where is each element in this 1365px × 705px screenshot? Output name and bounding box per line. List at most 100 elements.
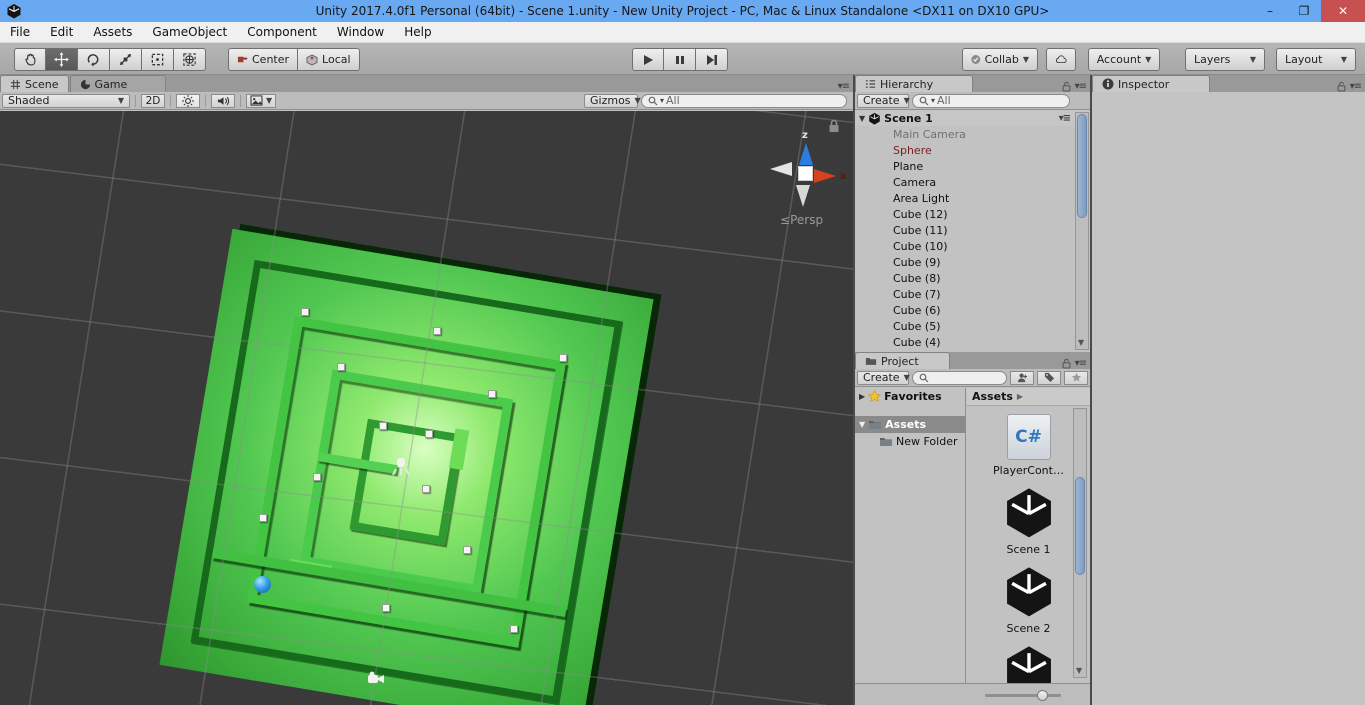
hierarchy-item[interactable]: Cube (11) xyxy=(855,222,1090,238)
transform-combined-tool-button[interactable] xyxy=(174,48,206,71)
hierarchy-scroll-thumb[interactable] xyxy=(1077,114,1087,218)
menu-component[interactable]: Component xyxy=(237,22,327,43)
hierarchy-search-input[interactable]: ▾ All xyxy=(912,94,1070,108)
project-panel-menu-icon[interactable]: ▾≡ xyxy=(1075,358,1086,369)
scene-search-input[interactable]: ▾ All xyxy=(641,94,847,108)
asset-item-script[interactable]: C# PlayerCont… xyxy=(967,414,1090,477)
scene-panel-menu-icon[interactable]: ▾≡ xyxy=(838,81,849,92)
hand-tool-button[interactable] xyxy=(14,48,46,71)
hierarchy-scrollbar[interactable]: ▼ xyxy=(1075,112,1089,350)
inspector-panel-menu-icon[interactable]: ▾≡ xyxy=(1350,81,1361,92)
hierarchy-scene-root[interactable]: ▼ Scene 1 ▾≡ xyxy=(855,110,1090,126)
axis-z-cone[interactable] xyxy=(799,143,813,165)
cube-object[interactable] xyxy=(425,430,433,438)
lock-icon[interactable] xyxy=(1062,358,1071,369)
area-light-gizmo-icon[interactable] xyxy=(390,456,412,480)
favorites-foldout[interactable]: ▶ Favorites xyxy=(855,388,965,405)
menu-gameobject[interactable]: GameObject xyxy=(142,22,237,43)
hierarchy-item[interactable]: Main Camera xyxy=(855,126,1090,142)
favorites-star-button[interactable] xyxy=(1064,371,1088,385)
space-toggle-button[interactable]: Local xyxy=(298,48,360,71)
asset-item-scene[interactable] xyxy=(967,643,1090,683)
cube-object[interactable] xyxy=(313,473,321,481)
menu-window[interactable]: Window xyxy=(327,22,394,43)
account-dropdown[interactable]: Account ▼ xyxy=(1088,48,1160,71)
menu-help[interactable]: Help xyxy=(394,22,441,43)
cube-object[interactable] xyxy=(433,327,441,335)
menu-file[interactable]: File xyxy=(0,22,40,43)
scale-tool-button[interactable] xyxy=(110,48,142,71)
pivot-toggle-button[interactable]: Center xyxy=(228,48,298,71)
rect-tool-button[interactable] xyxy=(142,48,174,71)
hierarchy-item[interactable]: Sphere xyxy=(855,142,1090,158)
sphere-object[interactable] xyxy=(254,576,271,593)
search-by-label-button[interactable] xyxy=(1037,371,1061,385)
hierarchy-item[interactable]: Cube (5) xyxy=(855,318,1090,334)
hierarchy-item[interactable]: Camera xyxy=(855,174,1090,190)
tab-inspector[interactable]: Inspector xyxy=(1092,75,1210,92)
maze-wall-center[interactable] xyxy=(349,419,463,545)
menu-edit[interactable]: Edit xyxy=(40,22,83,43)
hierarchy-item[interactable]: Area Light xyxy=(855,190,1090,206)
asset-item-scene[interactable]: Scene 2 xyxy=(967,564,1090,635)
project-search-input[interactable] xyxy=(912,371,1007,385)
project-scroll-thumb[interactable] xyxy=(1075,477,1085,575)
assets-folder-item[interactable]: ▼ Assets xyxy=(855,416,965,433)
layout-dropdown[interactable]: Layout ▼ xyxy=(1276,48,1356,71)
minimize-button[interactable]: – xyxy=(1253,0,1287,22)
title-bar[interactable]: Unity 2017.4.0f1 Personal (64bit) - Scen… xyxy=(0,0,1365,22)
hierarchy-item[interactable]: Cube (12) xyxy=(855,206,1090,222)
hierarchy-panel-menu-icon[interactable]: ▾≡ xyxy=(1075,81,1086,92)
axis-cone-left[interactable] xyxy=(770,162,792,176)
cube-object[interactable] xyxy=(382,604,390,612)
foldout-arrow[interactable]: ▼ xyxy=(859,114,865,123)
axis-center-cube[interactable] xyxy=(798,166,813,181)
hierarchy-item[interactable]: Cube (10) xyxy=(855,238,1090,254)
cube-object[interactable] xyxy=(301,308,309,316)
play-button[interactable] xyxy=(632,48,664,71)
cube-object[interactable] xyxy=(488,390,496,398)
pause-button[interactable] xyxy=(664,48,696,71)
scroll-down-arrow[interactable]: ▼ xyxy=(1078,338,1084,347)
cube-object[interactable] xyxy=(379,422,387,430)
tab-scene[interactable]: Scene xyxy=(0,75,69,92)
axis-cone-down[interactable] xyxy=(796,185,810,207)
cube-object[interactable] xyxy=(559,354,567,362)
hierarchy-item[interactable]: Cube (7) xyxy=(855,286,1090,302)
lighting-toggle-button[interactable] xyxy=(176,94,200,108)
breadcrumb[interactable]: Assets ▶ xyxy=(967,388,1090,406)
close-button[interactable]: ✕ xyxy=(1321,0,1365,22)
hierarchy-item[interactable]: Cube (4) xyxy=(855,334,1090,350)
lock-icon[interactable] xyxy=(828,119,840,133)
gizmos-dropdown[interactable]: Gizmos ▼ xyxy=(584,94,638,108)
search-by-type-button[interactable] xyxy=(1010,371,1034,385)
draw-mode-dropdown[interactable]: Shaded ▼ xyxy=(2,94,130,108)
menu-assets[interactable]: Assets xyxy=(83,22,142,43)
asset-zoom-slider[interactable] xyxy=(985,694,1061,697)
tab-game[interactable]: Game xyxy=(70,75,166,92)
cube-object[interactable] xyxy=(510,625,518,633)
asset-zoom-knob[interactable] xyxy=(1037,690,1048,701)
cube-object[interactable] xyxy=(337,363,345,371)
project-create-button[interactable]: Create ▼ xyxy=(857,371,909,385)
hierarchy-item[interactable]: Cube (8) xyxy=(855,270,1090,286)
layers-dropdown[interactable]: Layers ▼ xyxy=(1185,48,1265,71)
asset-item-scene[interactable]: Scene 1 xyxy=(967,485,1090,556)
audio-toggle-button[interactable] xyxy=(211,94,235,108)
collab-button[interactable]: Collab ▼ xyxy=(962,48,1038,71)
hierarchy-item[interactable]: Cube (6) xyxy=(855,302,1090,318)
cube-object[interactable] xyxy=(259,514,267,522)
step-button[interactable] xyxy=(696,48,728,71)
lock-icon[interactable] xyxy=(1062,81,1071,92)
rotate-tool-button[interactable] xyxy=(78,48,110,71)
camera-gizmo-icon[interactable] xyxy=(366,671,386,685)
new-folder-item[interactable]: New Folder xyxy=(855,433,965,450)
scene-viewport[interactable]: z x ≤Persp xyxy=(0,111,853,705)
restore-button[interactable]: ❐ xyxy=(1287,0,1321,22)
lock-icon[interactable] xyxy=(1337,81,1346,92)
cube-object[interactable] xyxy=(463,546,471,554)
cube-object[interactable] xyxy=(422,485,430,493)
move-tool-button[interactable] xyxy=(46,48,78,71)
toggle-2d-button[interactable]: 2D xyxy=(141,94,165,108)
tab-project[interactable]: Project xyxy=(855,352,950,369)
